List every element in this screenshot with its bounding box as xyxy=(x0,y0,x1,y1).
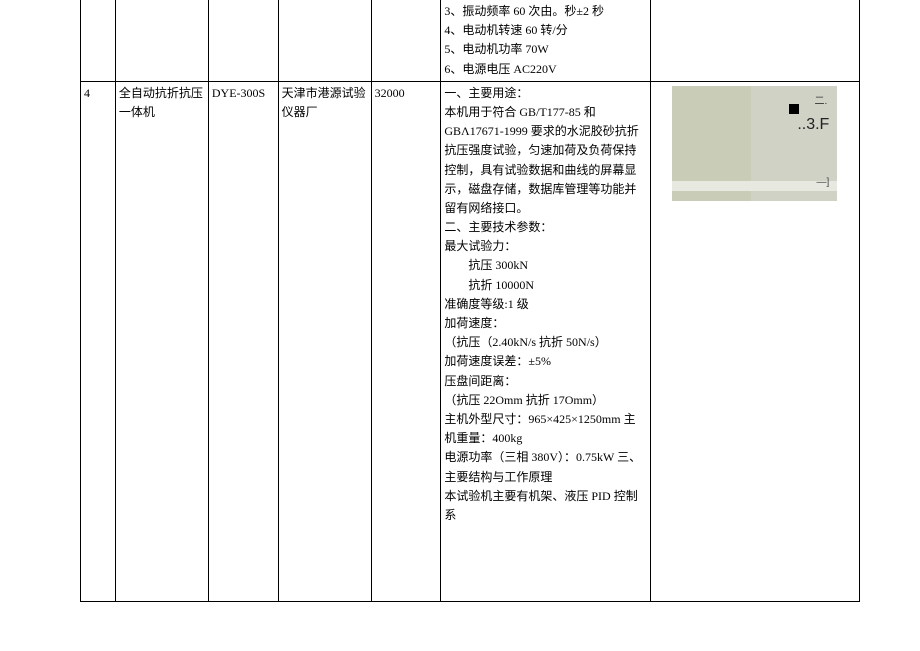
desc-line: 5、电动机功率 70W xyxy=(444,40,646,59)
desc-line: 最大试验力： xyxy=(444,237,646,256)
cell-description: 一、主要用途： 本机用于符合 GB/T177-85 和 GBΛ17671-199… xyxy=(441,81,650,601)
cell-manufacturer xyxy=(278,0,371,81)
desc-line: 4、电动机转速 60 转/分 xyxy=(444,21,646,40)
cell-price xyxy=(371,0,441,81)
desc-line: 压盘间距离： xyxy=(444,372,646,391)
desc-line: 加荷速度： xyxy=(444,314,646,333)
cell-image xyxy=(650,0,859,81)
desc-line: 电源功率（三相 380V）：0.75kW 三、主要结构与工作原理 xyxy=(444,448,646,486)
desc-line: 二、主要技术参数： xyxy=(444,218,646,237)
image-label: 二. xyxy=(815,94,828,110)
table-row: 4 全自动抗折抗压一体机 DYE-300S 天津市港源试验仪器厂 32000 一… xyxy=(81,81,860,601)
desc-line: 准确度等级:1 级 xyxy=(444,295,646,314)
desc-line: 6、电源电压 AC220V xyxy=(444,60,646,79)
desc-line: 主机外型尺寸：965×425×1250mm 主机重量：400kg xyxy=(444,410,646,448)
cell-price: 32000 xyxy=(371,81,441,601)
image-label: ..3.F xyxy=(797,112,829,138)
desc-line: （抗压（2.40kN/s 抗折 50N/s） xyxy=(444,333,646,352)
image-strip xyxy=(672,181,837,191)
image-label: —] xyxy=(817,175,830,191)
desc-line: 3、振动频率 60 次由。秒±2 秒 xyxy=(444,2,646,21)
cell-model: DYE-300S xyxy=(208,81,278,601)
desc-line: （抗压 22Omm 抗折 17Omm） xyxy=(444,391,646,410)
equipment-table: 3、振动频率 60 次由。秒±2 秒 4、电动机转速 60 转/分 5、电动机功… xyxy=(80,0,860,602)
table-row: 3、振动频率 60 次由。秒±2 秒 4、电动机转速 60 转/分 5、电动机功… xyxy=(81,0,860,81)
cell-num xyxy=(81,0,116,81)
cell-num: 4 xyxy=(81,81,116,601)
document-page: 3、振动频率 60 次由。秒±2 秒 4、电动机转速 60 转/分 5、电动机功… xyxy=(0,0,920,651)
cell-name: 全自动抗折抗压一体机 xyxy=(115,81,208,601)
desc-line: 加荷速度误差：±5% xyxy=(444,352,646,371)
cell-model xyxy=(208,0,278,81)
desc-line: 抗折 10000N xyxy=(444,276,646,295)
cell-description: 3、振动频率 60 次由。秒±2 秒 4、电动机转速 60 转/分 5、电动机功… xyxy=(441,0,650,81)
desc-line: 本机用于符合 GB/T177-85 和 GBΛ17671-1999 要求的水泥胶… xyxy=(444,103,646,218)
desc-line: 本试验机主要有机架、液压 PID 控制系 xyxy=(444,487,646,525)
cell-manufacturer: 天津市港源试验仪器厂 xyxy=(278,81,371,601)
equipment-image: 二. ..3.F —] xyxy=(672,86,837,201)
cell-image: 二. ..3.F —] xyxy=(650,81,859,601)
desc-line: 抗压 300kN xyxy=(444,256,646,275)
cell-name xyxy=(115,0,208,81)
desc-line: 一、主要用途： xyxy=(444,84,646,103)
